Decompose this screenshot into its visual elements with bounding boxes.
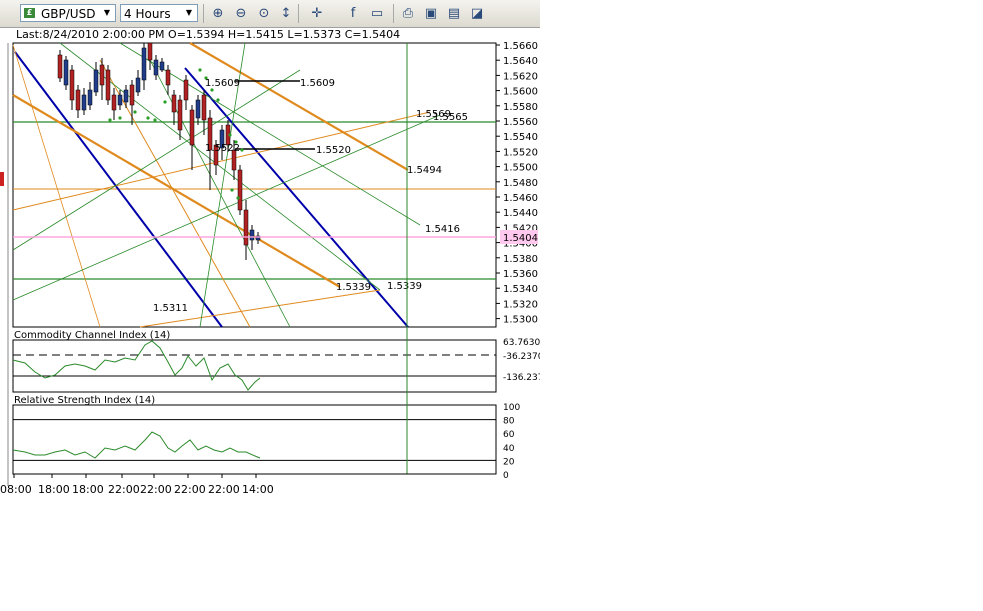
x-axis-label: 22:00 [174,483,206,496]
candle-body[interactable] [99,64,105,86]
price-annotation-label: 1.5522 [205,143,240,154]
price-tick-label: 1.5660 [503,41,538,52]
candle-body[interactable] [159,61,165,71]
cci-level-label: -136.2370 [503,373,540,383]
sar-dot [146,116,150,120]
price-annotation-label: 1.5609 [205,78,240,89]
price-tick-label: 1.5480 [503,178,538,189]
candle-body[interactable] [153,59,159,76]
price-tick-label: 1.5580 [503,102,538,113]
price-tick-label: 1.5360 [503,269,538,280]
price-tick-label: 1.5300 [503,315,538,326]
candle-body[interactable] [129,84,135,106]
x-axis-label: 08:00 [0,483,32,496]
sar-dot [108,118,112,122]
sar-dot [230,188,234,192]
price-tick-label: 1.5380 [503,254,538,265]
rsi-panel-frame [12,404,497,475]
cci-level-label: -36.2370 [503,352,540,362]
candle-body[interactable] [87,89,93,106]
price-tick-label: 1.5560 [503,117,538,128]
price-annotation-label: 1.5339 [387,281,422,292]
candle-body[interactable] [57,54,63,79]
cci-panel-title: Commodity Channel Index (14) [14,330,170,341]
sar-dot [240,148,244,152]
candle-body[interactable] [69,69,75,101]
candle-body[interactable] [141,47,147,81]
price-tick-label: 1.5520 [503,147,538,158]
x-axis-label: 18:00 [72,483,104,496]
price-panel-frame [12,42,497,328]
current-price-line [13,236,496,238]
price-tick-label: 1.5540 [503,132,538,143]
price-annotation-label: 1.5311 [153,303,188,314]
candle-body[interactable] [237,169,243,211]
candle-body[interactable] [243,209,249,246]
price-annotation-label: 1.5520 [316,145,351,156]
candle-body[interactable] [171,94,177,113]
candle-body[interactable] [165,69,171,86]
candle-body[interactable] [123,89,129,103]
chart-area[interactable]: 1.5660 1.5640 1.5620 1.5600 1.5580 1.5560 1.55… [0,0,540,500]
candle-body[interactable] [189,109,195,146]
candle-body[interactable] [75,89,81,111]
candle-body[interactable] [147,42,153,61]
sar-dot [118,116,122,120]
price-annotation-label: 1.5609 [300,78,335,89]
candle-body[interactable] [177,99,183,131]
price-annotation-label: 1.5339 [336,282,371,293]
cci-level-label: 63.7630 [503,338,540,348]
x-axis-label: 22:00 [108,483,140,496]
sar-dot [153,118,157,122]
price-annotation-label: 1.5565 [433,112,468,123]
charting-app-window: £ GBP/USD ▼ 4 Hours ▼ ⊕ ⊖ ⊙ ↕ ✛ f ▭ ⎙ ▣ ▤ ◪ Last:8… [0,0,540,500]
x-axis-label: 14:00 [242,483,274,496]
candle-body[interactable] [105,69,111,101]
candle-body[interactable] [195,99,201,119]
sar-dot [228,133,232,137]
rsi-level-label: 100 [503,403,520,413]
price-tick-label: 1.5340 [503,284,538,295]
candle-body[interactable] [183,79,189,101]
price-tick-label: 1.5500 [503,163,538,174]
candle-body[interactable] [249,229,255,241]
left-edge-marker [0,172,4,186]
price-tick-label: 1.5620 [503,71,538,82]
price-annotation-label: 1.5416 [425,224,460,235]
rsi-level-label: 60 [503,430,515,440]
candle-body[interactable] [81,94,87,111]
price-tick-label: 1.5460 [503,193,538,204]
x-axis-label: 22:00 [208,483,240,496]
x-axis-label: 22:00 [140,483,172,496]
current-price-label: 1.5404 [503,233,538,244]
sar-dot [236,196,240,200]
candle-body[interactable] [201,94,207,121]
price-tick-label: 1.5600 [503,87,538,98]
rsi-level-label: 40 [503,444,515,454]
x-axis-label: 18:00 [38,483,70,496]
sar-dot [216,98,220,102]
sar-dot [133,110,137,114]
candle-body[interactable] [111,94,117,111]
price-tick-label: 1.5320 [503,299,538,310]
price-tick-label: 1.5640 [503,56,538,67]
rsi-level-label: 20 [503,457,515,467]
sar-dot [163,100,167,104]
price-tick-label: 1.5440 [503,208,538,219]
price-annotation-label: 1.5494 [407,165,442,176]
candle-body[interactable] [135,77,141,93]
candle-body[interactable] [63,59,69,86]
rsi-level-label: 0 [503,471,509,481]
sar-dot [198,68,202,72]
rsi-level-label: 80 [503,417,515,427]
candle-body[interactable] [117,94,123,106]
rsi-panel-title: Relative Strength Index (14) [14,395,155,406]
candle-body[interactable] [93,69,99,93]
